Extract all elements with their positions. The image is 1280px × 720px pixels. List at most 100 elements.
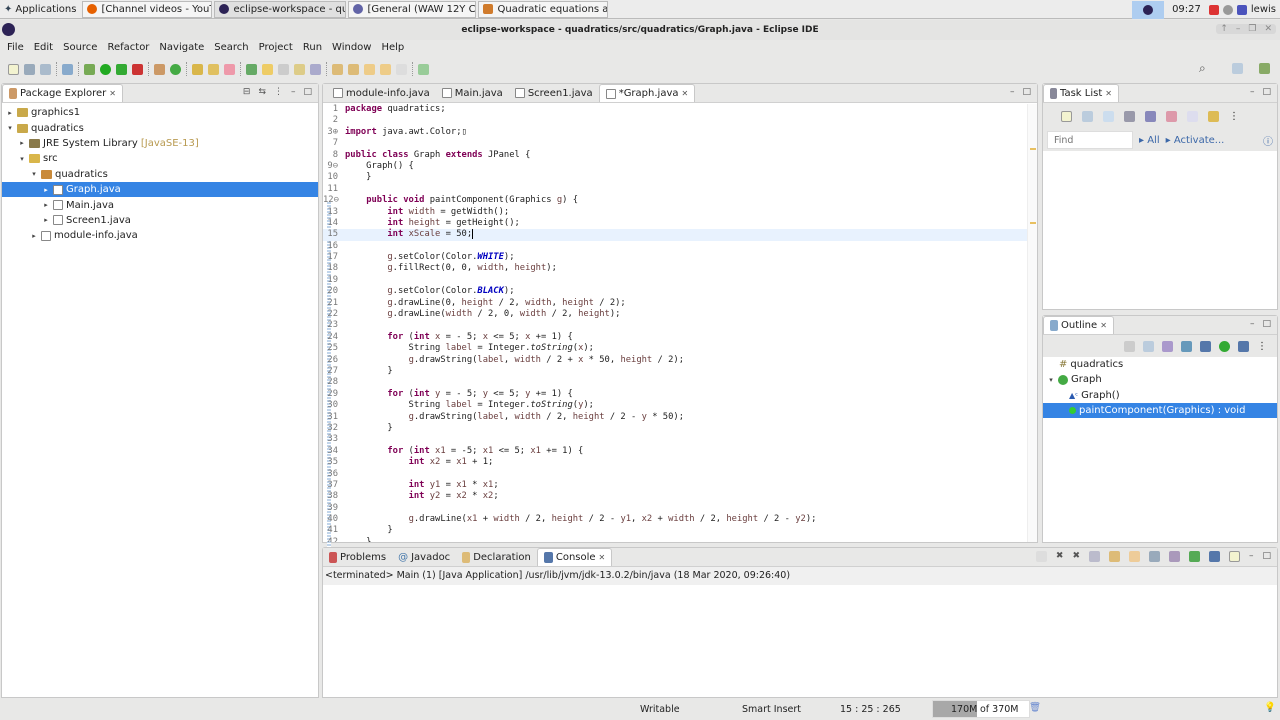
minimize-icon[interactable]: –	[1010, 87, 1015, 97]
next-annotation-icon[interactable]	[332, 63, 343, 75]
all-link[interactable]: ▸ All	[1139, 135, 1160, 146]
expand-arrow-icon[interactable]: ▾	[18, 155, 26, 163]
new-task-icon[interactable]	[1061, 110, 1072, 122]
help-icon[interactable]: ⓘ	[1263, 133, 1273, 148]
tab-task-list[interactable]: Task List ✕	[1043, 84, 1119, 102]
external-tools-icon[interactable]	[132, 63, 143, 75]
show-whitespace-icon[interactable]	[310, 63, 321, 75]
display-console-icon[interactable]	[1208, 551, 1220, 562]
activate-link[interactable]: ▸ Activate...	[1166, 135, 1225, 146]
new-icon[interactable]	[8, 63, 19, 75]
forward-icon[interactable]	[380, 63, 391, 75]
menu-refactor[interactable]: Refactor	[102, 40, 154, 56]
teams-tray-icon[interactable]	[1236, 4, 1247, 15]
expand-arrow-icon[interactable]: ▸	[42, 186, 50, 194]
network-icon[interactable]	[1222, 4, 1233, 15]
view-menu-icon[interactable]: ⋮	[1257, 341, 1267, 352]
expand-arrow-icon[interactable]: ▸	[42, 216, 50, 224]
tree-item[interactable]: ▸ module-info.java	[2, 228, 318, 243]
window-up-icon[interactable]: ↑	[1220, 24, 1228, 34]
expand-arrow-icon[interactable]: ▾	[30, 170, 38, 178]
window-minimize-button[interactable]: –	[1236, 24, 1241, 34]
code-editor[interactable]: 1 package quadratics; 2 3⊕ import java.awt.C…	[323, 104, 1027, 542]
back-icon[interactable]	[364, 63, 375, 75]
expand-arrow-icon[interactable]: ▾	[6, 124, 14, 132]
run-icon[interactable]	[100, 63, 111, 75]
expand-arrow-icon[interactable]: ▸	[6, 109, 14, 117]
tree-item[interactable]: ▸ Graph.java	[2, 181, 318, 198]
mark-occurrences-icon[interactable]	[262, 63, 273, 75]
tab-outline[interactable]: Outline ✕	[1043, 316, 1114, 334]
prev-annotation-icon[interactable]	[348, 63, 359, 75]
expand-arrow-icon[interactable]: ▸	[18, 139, 26, 147]
clear-console-icon[interactable]	[1088, 551, 1100, 562]
hide-static-icon[interactable]	[1200, 340, 1211, 352]
hide-local-types-icon[interactable]	[1238, 340, 1249, 352]
outline-item[interactable]: ▾ Graph	[1043, 372, 1277, 387]
save-icon[interactable]	[24, 63, 35, 75]
open-perspective-icon[interactable]	[1232, 63, 1243, 74]
window-maximize-button[interactable]: ❐	[1248, 24, 1256, 34]
window-close-button[interactable]: ✕	[1264, 24, 1272, 34]
tree-item[interactable]: ▾ src	[2, 151, 318, 166]
collapse-all-icon[interactable]: ⊟	[243, 87, 251, 97]
menu-project[interactable]: Project	[254, 40, 298, 56]
tree-item[interactable]: ▸ JRE System Library [JavaSE-13]	[2, 136, 318, 151]
close-icon[interactable]: ✕	[1100, 321, 1107, 330]
tab-package-explorer[interactable]: Package Explorer ✕	[2, 84, 123, 102]
search-toolbar-icon[interactable]	[224, 63, 235, 75]
menu-window[interactable]: Window	[327, 40, 376, 56]
minimize-icon[interactable]: –	[1250, 87, 1255, 97]
task-eclipse[interactable]: eclipse-workspace - qua...	[214, 0, 347, 18]
scroll-lock-icon[interactable]	[1108, 551, 1120, 562]
tab-problems[interactable]: Problems	[323, 548, 392, 566]
tree-item[interactable]: ▾ quadratics	[2, 167, 318, 182]
outline-item[interactable]: # quadratics	[1043, 357, 1277, 372]
menu-run[interactable]: Run	[298, 40, 327, 56]
word-wrap-icon[interactable]	[294, 63, 305, 75]
overview-ruler[interactable]	[1027, 104, 1037, 542]
menu-help[interactable]: Help	[376, 40, 409, 56]
word-wrap-icon[interactable]	[1128, 551, 1140, 562]
outline-item[interactable]: paintComponent(Graphics) : void	[1043, 402, 1277, 419]
menu-source[interactable]: Source	[58, 40, 102, 56]
minimize-icon[interactable]: –	[1250, 319, 1255, 329]
maximize-icon[interactable]: □	[1262, 87, 1271, 97]
task-teams[interactable]: [General (WAW 12Y Co...	[348, 0, 477, 18]
link-icon[interactable]	[1208, 110, 1219, 122]
hide-completed-icon[interactable]	[1145, 110, 1156, 122]
save-all-icon[interactable]	[40, 63, 51, 75]
open-console-icon[interactable]	[1228, 551, 1240, 562]
sort-icon[interactable]	[1162, 340, 1173, 352]
tree-item[interactable]: ▾ quadratics	[2, 120, 318, 135]
tip-bulb-icon[interactable]: 💡	[1264, 702, 1276, 713]
minimize-icon[interactable]: –	[1249, 551, 1254, 562]
expand-arrow-icon[interactable]: ▸	[42, 201, 50, 209]
task-find-input[interactable]	[1047, 131, 1133, 149]
sync-icon[interactable]	[1166, 110, 1177, 122]
coverage-icon[interactable]	[116, 63, 127, 75]
new-package-icon[interactable]	[154, 63, 165, 75]
hide-nonpublic-icon[interactable]	[1219, 340, 1230, 352]
close-icon[interactable]: ✕	[599, 553, 606, 562]
scheduled-icon[interactable]	[1103, 110, 1114, 122]
heap-status[interactable]: 170M of 370M	[932, 700, 1030, 718]
skip-breakpoints-icon[interactable]	[62, 63, 73, 75]
remove-all-icon[interactable]: ✖	[1072, 551, 1080, 562]
user-name[interactable]: lewis	[1251, 4, 1276, 15]
debug-icon[interactable]	[84, 63, 95, 75]
focus-active-icon[interactable]	[1124, 340, 1135, 352]
tab-graph-java[interactable]: *Graph.java ✕	[598, 84, 696, 102]
tab-module-info[interactable]: module-info.java	[327, 84, 436, 102]
expand-arrow-icon[interactable]: ▸	[30, 232, 38, 240]
eclipse-tray-icon[interactable]	[1132, 0, 1165, 19]
record-icon[interactable]	[1208, 4, 1219, 15]
new-class-icon[interactable]	[170, 63, 181, 75]
maximize-icon[interactable]: □	[1022, 87, 1031, 97]
maximize-icon[interactable]: □	[303, 87, 312, 97]
close-icon[interactable]: ✕	[1105, 89, 1112, 98]
search-icon[interactable]: ⌕	[1199, 61, 1206, 76]
expand-arrow-icon[interactable]: ▾	[1047, 376, 1055, 384]
tree-item[interactable]: ▸ Main.java	[2, 197, 318, 212]
task-quadratic-app[interactable]: Quadratic equations app	[478, 0, 609, 18]
